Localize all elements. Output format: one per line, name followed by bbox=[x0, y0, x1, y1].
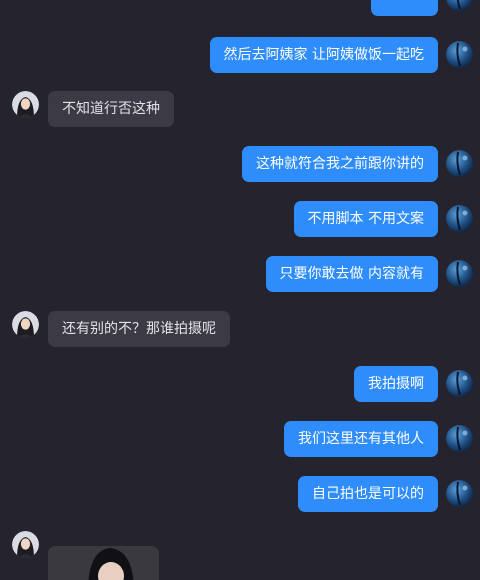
message-bubble-outgoing[interactable]: 我们这里还有其他人 bbox=[284, 421, 438, 457]
self-avatar-icon[interactable] bbox=[446, 41, 473, 68]
message-bubble-outgoing[interactable]: 这种就符合我之前跟你讲的 bbox=[242, 146, 438, 182]
message-bubble-outgoing[interactable]: 我拍摄啊 bbox=[354, 366, 438, 402]
message-bubble-outgoing[interactable]: 只要你敢去做 内容就有 bbox=[265, 256, 438, 292]
self-avatar-icon[interactable] bbox=[446, 370, 473, 397]
self-avatar-icon[interactable] bbox=[446, 205, 473, 232]
contact-avatar-icon[interactable] bbox=[12, 91, 39, 118]
self-avatar-icon[interactable] bbox=[446, 425, 473, 452]
contact-avatar-icon[interactable] bbox=[12, 311, 39, 338]
self-avatar-icon[interactable] bbox=[446, 260, 473, 287]
contact-avatar-icon[interactable] bbox=[12, 531, 39, 558]
message-bubble-incoming[interactable]: 还有别的不？那谁拍摄呢 bbox=[48, 311, 230, 347]
image-message-photo[interactable] bbox=[48, 546, 159, 580]
self-avatar-icon[interactable] bbox=[446, 0, 473, 11]
message-bubble-outgoing[interactable] bbox=[371, 0, 438, 16]
chat-message-list[interactable]: 然后去阿姨家 让阿姨做饭一起吃 不知道行否这种 这种就符合我之前跟你讲的 不用脚… bbox=[0, 0, 480, 580]
self-avatar-icon[interactable] bbox=[446, 480, 473, 507]
message-bubble-outgoing[interactable]: 不用脚本 不用文案 bbox=[293, 201, 438, 237]
message-bubble-outgoing[interactable]: 然后去阿姨家 让阿姨做饭一起吃 bbox=[209, 37, 438, 73]
self-avatar-icon[interactable] bbox=[446, 150, 473, 177]
message-bubble-incoming[interactable]: 不知道行否这种 bbox=[48, 91, 174, 127]
message-bubble-outgoing[interactable]: 自己拍也是可以的 bbox=[298, 476, 438, 512]
